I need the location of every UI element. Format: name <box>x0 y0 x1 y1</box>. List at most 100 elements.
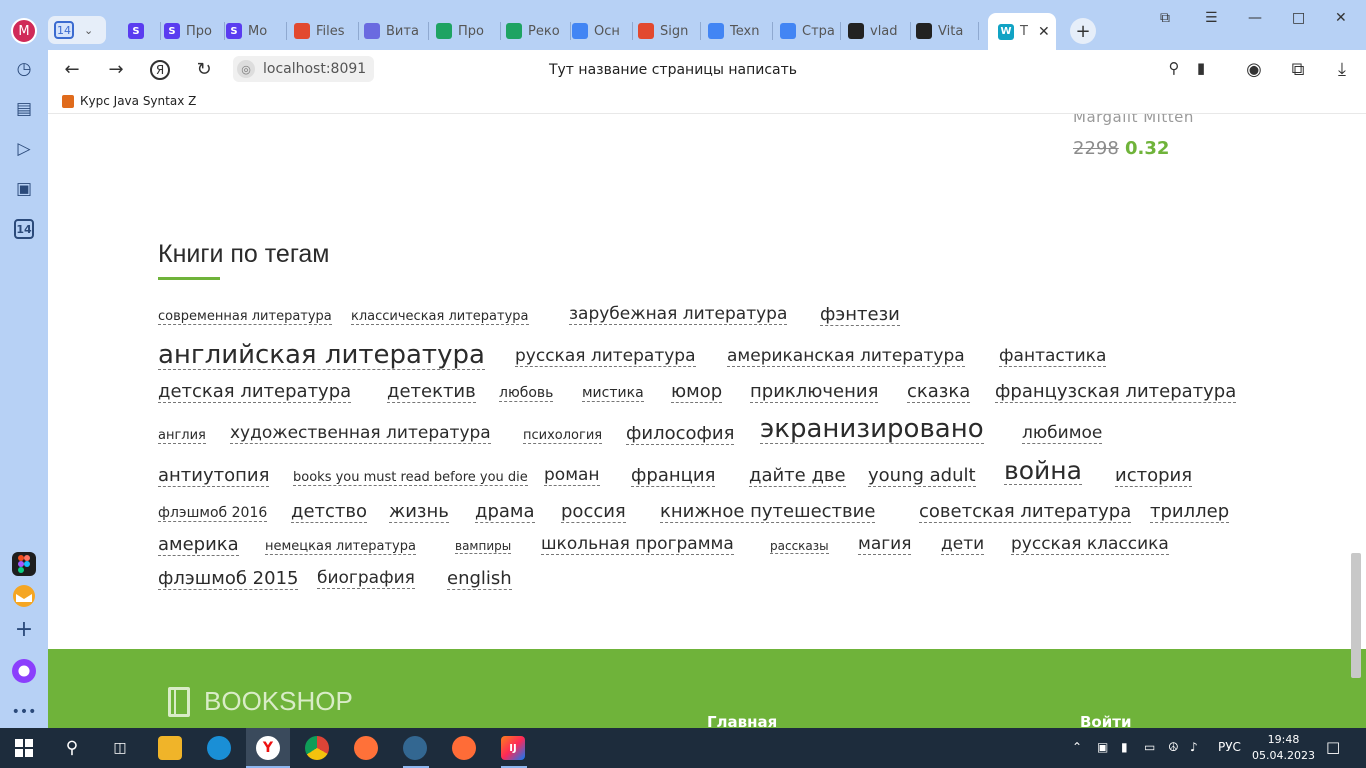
download-icon[interactable]: ⤓ <box>1330 59 1354 80</box>
tab-group-button[interactable]: 14 ⌄ <box>48 16 106 44</box>
language-indicator[interactable]: РУС <box>1218 740 1241 754</box>
tag-link[interactable]: англия <box>158 429 206 444</box>
tag-link[interactable]: детство <box>291 502 368 523</box>
firefox-icon[interactable] <box>354 736 378 760</box>
tag-link[interactable]: америка <box>158 535 239 556</box>
tag-link[interactable]: американская литература <box>727 347 965 367</box>
search-icon[interactable]: ⚲ <box>60 736 84 760</box>
edge-icon[interactable] <box>207 736 231 760</box>
tag-link[interactable]: рассказы <box>770 540 829 554</box>
tag-link[interactable]: классическая литература <box>351 310 529 325</box>
tab[interactable]: Vita <box>916 16 974 46</box>
menu-icon[interactable]: ☰ <box>1205 10 1218 26</box>
new-tab-button[interactable]: + <box>1070 18 1096 44</box>
more-icon[interactable]: ••• <box>12 700 37 724</box>
mail-icon[interactable] <box>12 584 36 608</box>
tag-link[interactable]: любимое <box>1022 424 1103 444</box>
tag-link[interactable]: young adult <box>868 466 976 487</box>
tag-link[interactable]: русская литература <box>515 347 696 367</box>
close-window-button[interactable]: ✕ <box>1335 10 1347 26</box>
history-icon[interactable]: ◷ <box>12 57 36 81</box>
tabs-counter-icon[interactable]: 14 <box>12 217 36 241</box>
taskbar-clock[interactable]: 19:48 05.04.2023 <box>1252 732 1315 764</box>
tag-link[interactable]: россия <box>561 502 626 523</box>
tab[interactable]: S <box>128 16 156 46</box>
tag-link[interactable]: экранизировано <box>760 415 984 445</box>
tag-link[interactable]: немецкая литература <box>265 540 416 555</box>
yandex-browser-icon[interactable]: Y <box>256 736 280 760</box>
tag-link[interactable]: дайте две <box>749 466 846 487</box>
tab-manager-icon[interactable]: ⧉ <box>1160 10 1170 26</box>
tag-link[interactable]: жизнь <box>389 502 449 523</box>
tab[interactable]: Стра <box>780 16 836 46</box>
file-explorer-icon[interactable] <box>158 736 182 760</box>
tag-link[interactable]: современная литература <box>158 310 332 325</box>
book-author[interactable]: Margalit Mitten <box>1073 114 1194 126</box>
footer-logo[interactable]: BOOKSHOP <box>168 686 353 717</box>
extensions-icon[interactable]: ⧉ <box>1286 59 1310 80</box>
play-icon[interactable]: ▷ <box>12 137 36 161</box>
maximize-button[interactable]: □ <box>1292 10 1305 26</box>
tag-link[interactable]: война <box>1004 457 1082 486</box>
tag-link[interactable]: школьная программа <box>541 535 734 555</box>
tab[interactable]: Реко <box>506 16 566 46</box>
tag-link[interactable]: психология <box>523 429 603 444</box>
tag-link[interactable]: books you must read before you die <box>293 471 528 486</box>
tag-link[interactable]: приключения <box>750 382 879 403</box>
battery-icon[interactable]: ▭ <box>1144 740 1155 754</box>
tag-link[interactable]: зарубежная литература <box>569 305 788 325</box>
tag-link[interactable]: детектив <box>387 382 476 403</box>
tag-link[interactable]: дети <box>941 535 985 555</box>
bookmark-icon[interactable]: ▮ <box>1189 59 1213 77</box>
tag-link[interactable]: английская литература <box>158 341 485 371</box>
tab[interactable]: Осн <box>572 16 628 46</box>
close-icon[interactable]: ✕ <box>1038 24 1050 40</box>
tag-link[interactable]: флэшмоб 2016 <box>158 506 268 522</box>
windows-start-icon[interactable] <box>12 736 36 760</box>
tag-link[interactable]: драма <box>475 502 535 523</box>
wifi-icon[interactable]: ☮ <box>1168 740 1179 754</box>
volume-icon[interactable]: ♪ <box>1190 740 1198 754</box>
tab[interactable]: Files <box>294 16 354 46</box>
tag-link[interactable]: фэнтези <box>820 305 900 326</box>
footer-link-main[interactable]: Главная <box>707 713 777 728</box>
tag-link[interactable]: сказка <box>907 382 971 403</box>
tag-link[interactable]: книжное путешествие <box>660 502 876 523</box>
tag-link[interactable]: антиутопия <box>158 466 270 487</box>
tag-link[interactable]: english <box>447 569 512 590</box>
collections-icon[interactable]: ▤ <box>12 97 36 121</box>
intellij-icon[interactable]: IJ <box>501 736 525 760</box>
meet-now-icon[interactable]: ▣ <box>1097 740 1108 754</box>
postgresql-icon[interactable] <box>403 736 427 760</box>
tag-link[interactable]: вампиры <box>455 540 512 554</box>
tag-link[interactable]: мистика <box>582 386 644 402</box>
tag-link[interactable]: франция <box>631 466 716 487</box>
chevron-up-icon[interactable]: ⌃ <box>1072 740 1082 754</box>
tag-link[interactable]: художественная литература <box>230 424 491 444</box>
tab[interactable]: S Про <box>164 16 220 46</box>
tag-link[interactable]: юмор <box>671 382 723 403</box>
tag-link[interactable]: роман <box>544 466 600 486</box>
tag-link[interactable]: русская классика <box>1011 535 1169 555</box>
tab[interactable]: Про <box>436 16 496 46</box>
tag-link[interactable]: детская литература <box>158 382 352 403</box>
globe-icon[interactable]: ◉ <box>1242 59 1266 80</box>
tag-link[interactable]: французская литература <box>995 382 1237 403</box>
tag-link[interactable]: магия <box>858 535 912 555</box>
figma-icon[interactable] <box>12 552 36 576</box>
notifications-icon[interactable]: □ <box>1326 738 1340 756</box>
bookmark-item[interactable]: Курс Java Syntax Z <box>62 94 196 108</box>
zoom-icon[interactable]: ⚲ <box>1162 59 1186 77</box>
tag-link[interactable]: триллер <box>1150 502 1230 523</box>
tab[interactable]: S Мо <box>226 16 282 46</box>
tab-active[interactable]: W T ✕ <box>988 13 1056 50</box>
tab[interactable]: vlad <box>848 16 906 46</box>
tag-link[interactable]: советская литература <box>919 502 1132 523</box>
tab[interactable]: Вита <box>364 16 424 46</box>
tag-link[interactable]: история <box>1115 466 1193 487</box>
footer-link-login[interactable]: Войти <box>1080 713 1131 728</box>
tag-link[interactable]: философия <box>626 424 735 445</box>
scrollbar-thumb[interactable] <box>1351 553 1361 678</box>
tag-link[interactable]: фантастика <box>999 347 1107 367</box>
tag-link[interactable]: любовь <box>499 386 554 402</box>
